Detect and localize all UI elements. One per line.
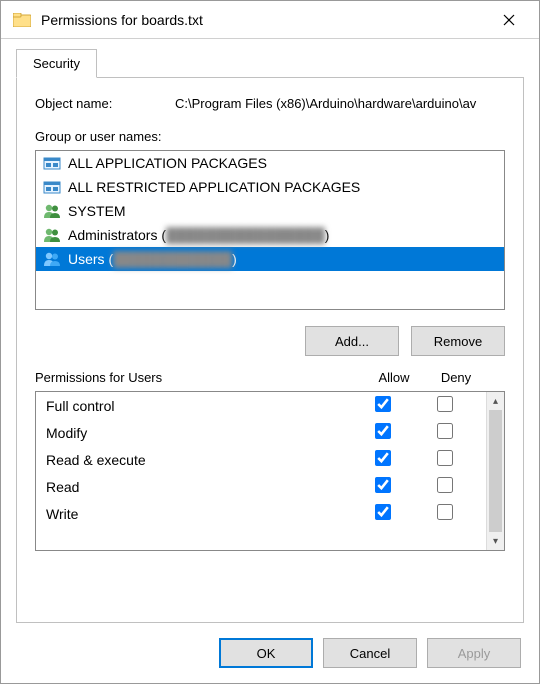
deny-checkbox[interactable] (437, 477, 453, 493)
deny-checkbox[interactable] (437, 423, 453, 439)
permissions-scroll: Full control Modify Read & execute Read Writ… (36, 392, 486, 550)
allow-column-header: Allow (363, 370, 425, 385)
permission-row: Write (36, 500, 486, 527)
permission-row: Read & execute (36, 446, 486, 473)
deny-checkbox[interactable] (437, 396, 453, 412)
allow-checkbox[interactable] (375, 423, 391, 439)
permission-name: Write (46, 506, 352, 522)
permission-name: Full control (46, 398, 352, 414)
scrollbar-vertical[interactable]: ▴ ▾ (486, 392, 504, 550)
window-title: Permissions for boards.txt (41, 12, 489, 28)
permission-row: Read (36, 473, 486, 500)
permission-name: Read & execute (46, 452, 352, 468)
redacted-text: ████████████████ (166, 227, 325, 243)
tab-security[interactable]: Security (16, 49, 97, 78)
dialog-footer: OK Cancel Apply (1, 623, 539, 683)
list-item[interactable]: Users (████████████) (36, 247, 504, 271)
principal-name: ALL RESTRICTED APPLICATION PACKAGES (68, 179, 360, 195)
permissions-header: Permissions for Users Allow Deny (35, 370, 505, 385)
list-item[interactable]: ALL APPLICATION PACKAGES (36, 151, 504, 175)
users-icon (42, 250, 62, 268)
users-icon (42, 202, 62, 220)
permission-row: Modify (36, 419, 486, 446)
package-icon (42, 154, 62, 172)
list-item[interactable]: Administrators (████████████████) (36, 223, 504, 247)
principal-name: SYSTEM (68, 203, 126, 219)
users-icon (42, 226, 62, 244)
deny-column-header: Deny (425, 370, 487, 385)
object-name-label: Object name: (35, 96, 175, 111)
permission-row: Full control (36, 392, 486, 419)
scroll-up-icon[interactable]: ▴ (487, 392, 504, 410)
remove-button[interactable]: Remove (411, 326, 505, 356)
principal-name: Users ( (68, 251, 113, 267)
deny-checkbox[interactable] (437, 504, 453, 520)
ok-button[interactable]: OK (219, 638, 313, 668)
titlebar: Permissions for boards.txt (1, 1, 539, 39)
cancel-button[interactable]: Cancel (323, 638, 417, 668)
scrollbar-thumb[interactable] (489, 410, 502, 532)
allow-checkbox[interactable] (375, 396, 391, 412)
tab-panel-security: Object name: C:\Program Files (x86)\Ardu… (16, 77, 524, 623)
allow-checkbox[interactable] (375, 504, 391, 520)
list-item[interactable]: SYSTEM (36, 199, 504, 223)
close-icon (503, 14, 515, 26)
principal-name: Administrators ( (68, 227, 166, 243)
allow-checkbox[interactable] (375, 450, 391, 466)
package-icon (42, 178, 62, 196)
principals-list[interactable]: ALL APPLICATION PACKAGES ALL RESTRICTED A… (35, 150, 505, 310)
permission-name: Modify (46, 425, 352, 441)
groups-label: Group or user names: (35, 129, 505, 144)
permissions-list: Full control Modify Read & execute Read Writ… (35, 391, 505, 551)
principal-buttons: Add... Remove (35, 326, 505, 356)
allow-checkbox[interactable] (375, 477, 391, 493)
permission-name: Read (46, 479, 352, 495)
folder-icon (13, 11, 31, 29)
tabstrip: Security (16, 49, 524, 78)
principal-name: ALL APPLICATION PACKAGES (68, 155, 267, 171)
close-button[interactable] (489, 5, 529, 35)
apply-button[interactable]: Apply (427, 638, 521, 668)
deny-checkbox[interactable] (437, 450, 453, 466)
object-name-value: C:\Program Files (x86)\Arduino\hardware\… (175, 96, 505, 111)
permissions-dialog: Permissions for boards.txt Security Obje… (0, 0, 540, 684)
dialog-body: Security Object name: C:\Program Files (… (1, 39, 539, 623)
object-name-row: Object name: C:\Program Files (x86)\Ardu… (35, 96, 505, 111)
permissions-for-label: Permissions for Users (35, 370, 363, 385)
list-item[interactable]: ALL RESTRICTED APPLICATION PACKAGES (36, 175, 504, 199)
redacted-text: ████████████ (113, 251, 232, 267)
add-button[interactable]: Add... (305, 326, 399, 356)
scroll-down-icon[interactable]: ▾ (487, 532, 504, 550)
